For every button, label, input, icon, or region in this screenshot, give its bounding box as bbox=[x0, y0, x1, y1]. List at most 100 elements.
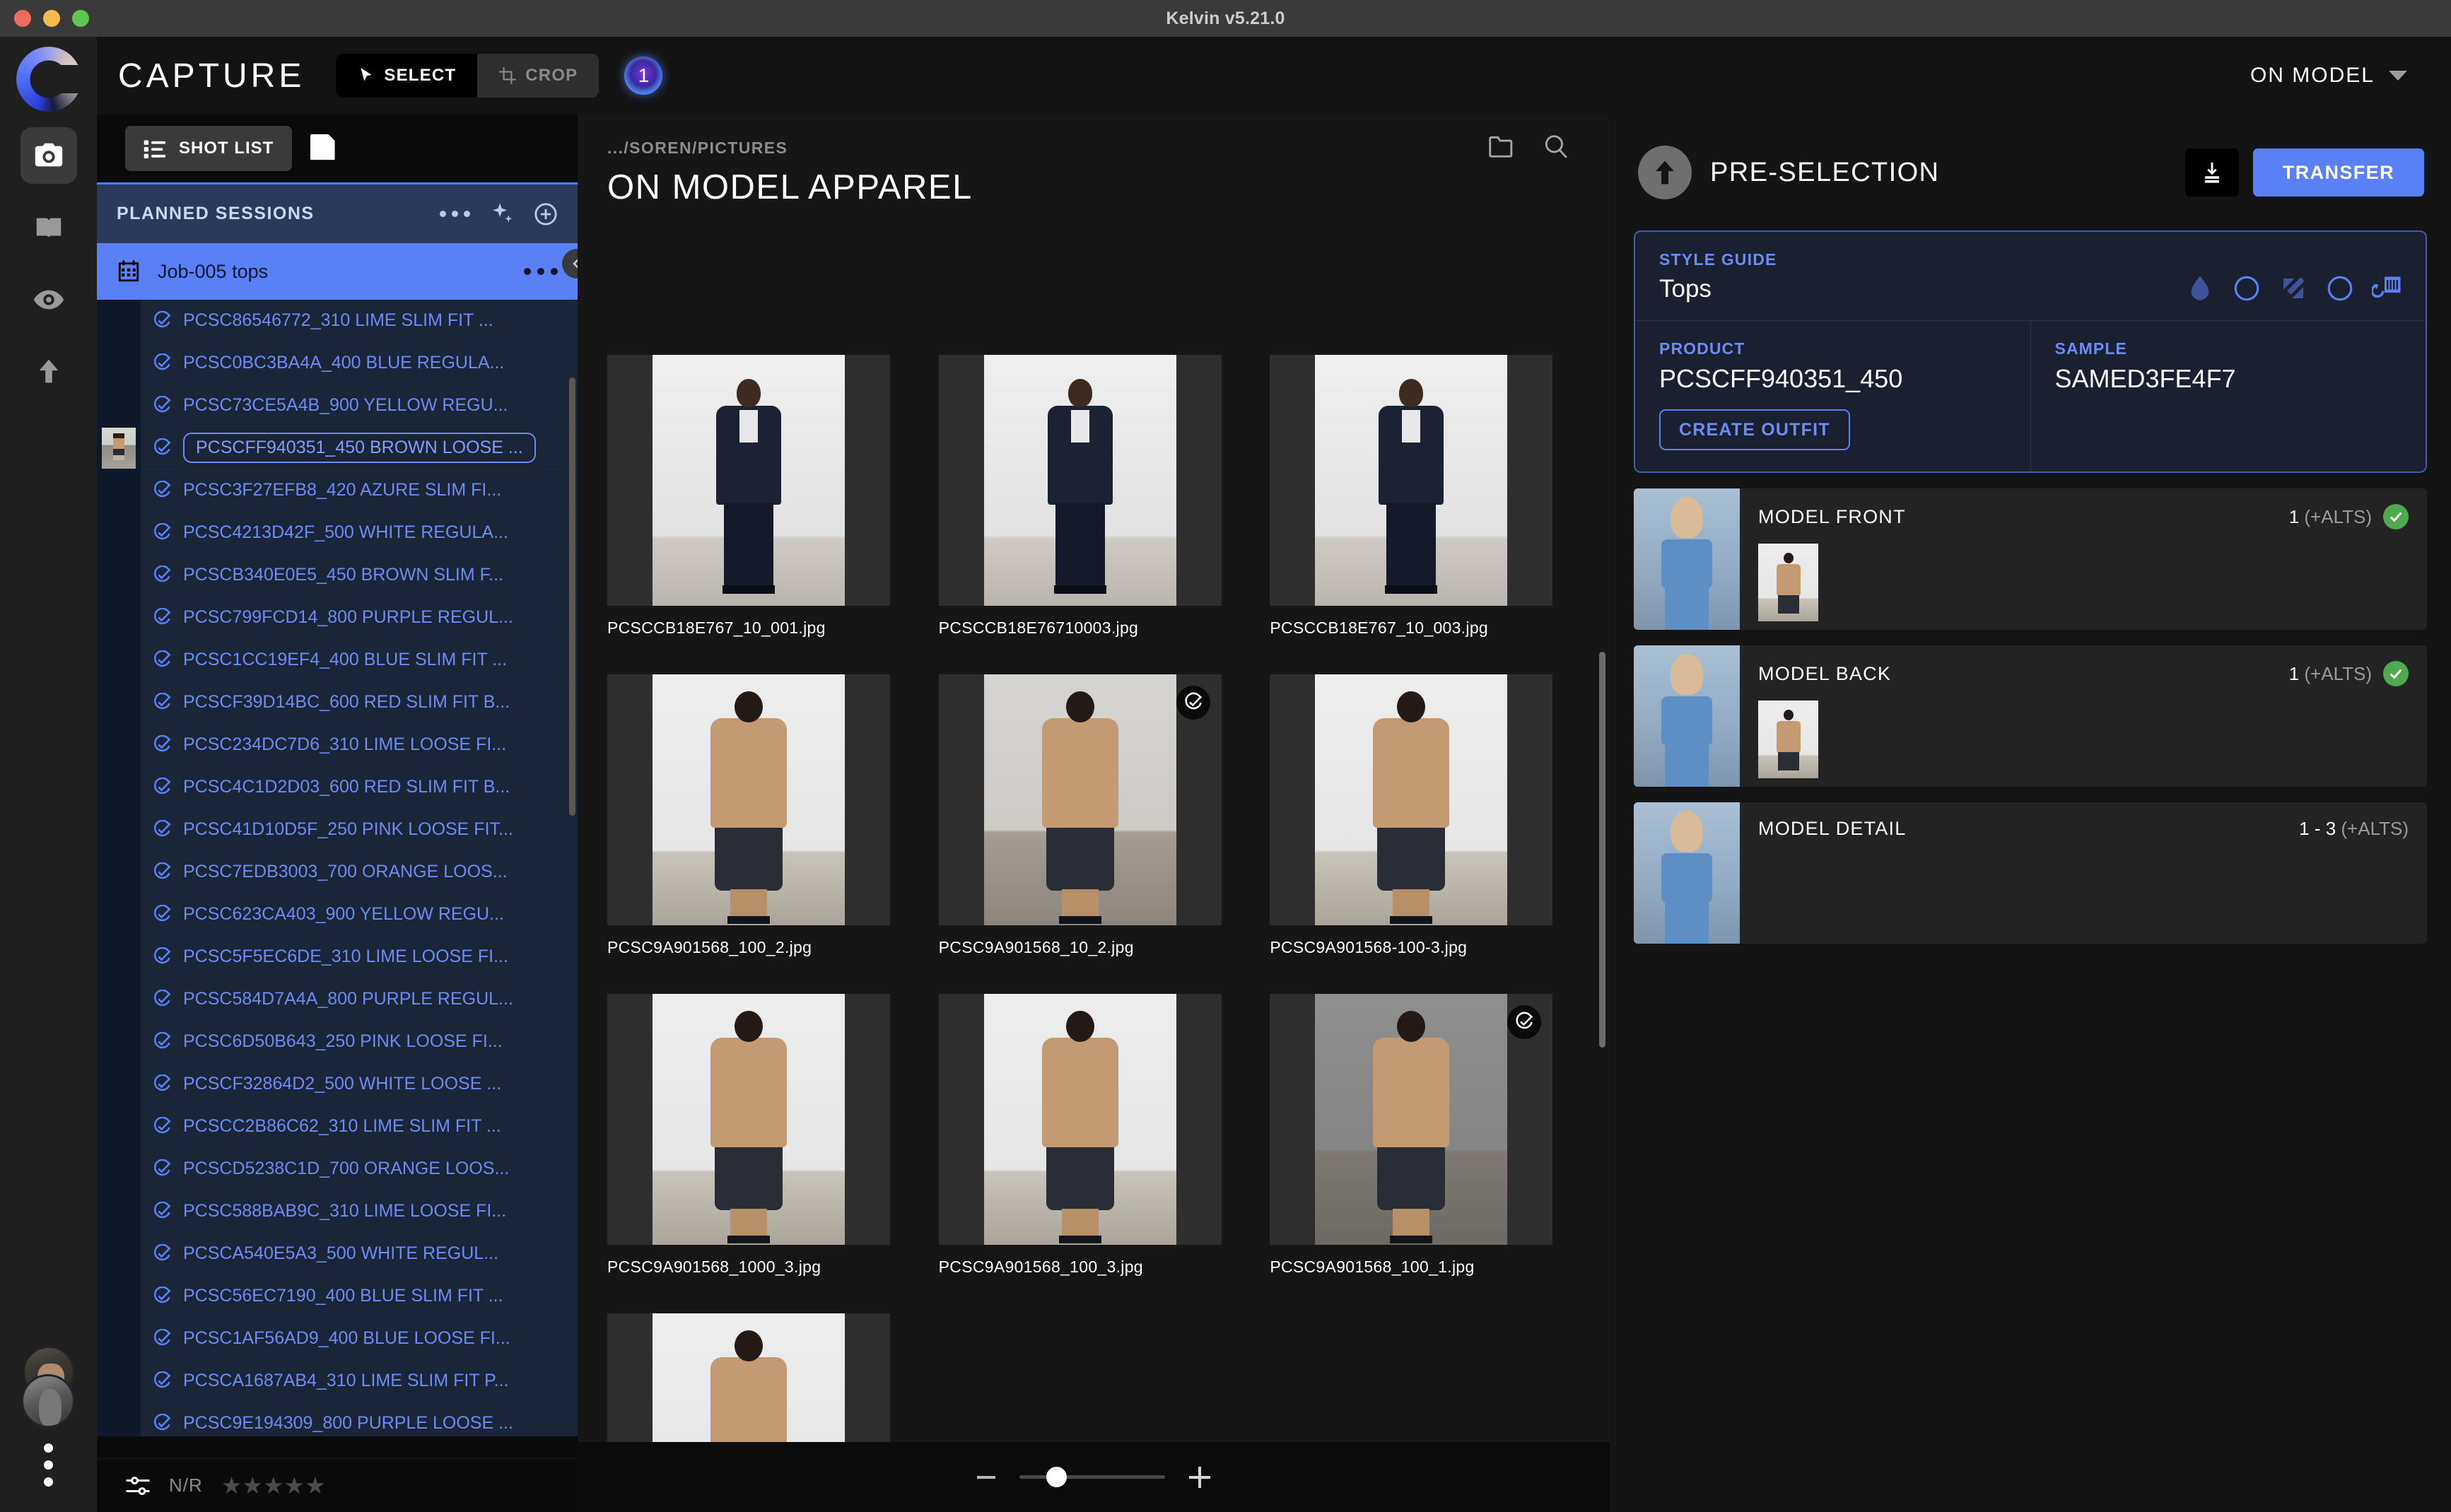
shot-list-item[interactable]: PCSCD5238C1D_700 ORANGE LOOS... bbox=[97, 1148, 578, 1190]
shot-item-check-icon[interactable] bbox=[141, 608, 183, 628]
shot-item-check-icon[interactable] bbox=[141, 438, 183, 458]
shot-list-item[interactable]: PCSC56EC7190_400 BLUE SLIM FIT ... bbox=[97, 1275, 578, 1318]
shot-list-item[interactable]: PCSCA540E5A3_500 WHITE REGUL... bbox=[97, 1233, 578, 1275]
shot-item-check-icon[interactable] bbox=[141, 735, 183, 755]
shot-list-item[interactable]: PCSC584D7A4A_800 PURPLE REGUL... bbox=[97, 978, 578, 1021]
shot-list-item[interactable]: PCSCFF940351_450 BROWN LOOSE ... bbox=[97, 427, 578, 469]
photo-thumbnail[interactable] bbox=[607, 994, 890, 1245]
shot-item-check-icon[interactable] bbox=[141, 523, 183, 543]
avatar[interactable] bbox=[21, 1374, 75, 1428]
shot-item-check-icon[interactable] bbox=[141, 1202, 183, 1221]
photo-thumbnail[interactable] bbox=[1270, 674, 1552, 925]
search-icon[interactable] bbox=[1542, 133, 1569, 160]
rail-item-transfer[interactable] bbox=[21, 344, 77, 400]
pre-selection-section[interactable]: MODEL FRONT1 (+ALTS) bbox=[1634, 488, 2427, 630]
transfer-button[interactable]: TRANSFER bbox=[2253, 148, 2424, 197]
shot-list-item[interactable]: PCSCC2B86C62_310 LIME SLIM FIT ... bbox=[97, 1106, 578, 1148]
shot-list-item[interactable]: PCSC0BC3BA4A_400 BLUE REGULA... bbox=[97, 342, 578, 385]
shot-list-item[interactable]: PCSC234DC7D6_310 LIME LOOSE FI... bbox=[97, 724, 578, 766]
session-row-more-button[interactable] bbox=[524, 268, 558, 275]
photo-thumbnail[interactable] bbox=[607, 355, 890, 606]
shot-item-check-icon[interactable] bbox=[141, 1159, 183, 1179]
shot-list-item[interactable]: PCSC73CE5A4B_900 YELLOW REGU... bbox=[97, 385, 578, 427]
shot-item-check-icon[interactable] bbox=[141, 1414, 183, 1434]
photo-grid-scrollbar[interactable] bbox=[1599, 652, 1605, 1048]
shot-item-check-icon[interactable] bbox=[141, 947, 183, 967]
shot-item-check-icon[interactable] bbox=[141, 778, 183, 797]
photo-grid-cell[interactable] bbox=[607, 1313, 918, 1461]
shot-list-item[interactable]: PCSC588BAB9C_310 LIME LOOSE FI... bbox=[97, 1190, 578, 1233]
photo-grid-cell[interactable]: PCSC9A901568_1000_3.jpg bbox=[607, 994, 918, 1313]
shot-list-item[interactable]: PCSC6D50B643_250 PINK LOOSE FI... bbox=[97, 1021, 578, 1063]
shot-item-check-icon[interactable] bbox=[141, 693, 183, 713]
photo-thumbnail[interactable] bbox=[607, 1313, 890, 1461]
photo-selected-badge[interactable] bbox=[1507, 1005, 1541, 1039]
shot-list-item[interactable]: PCSC5F5EC6DE_310 LIME LOOSE FI... bbox=[97, 936, 578, 978]
planned-sessions-more-button[interactable] bbox=[440, 211, 470, 217]
shot-item-check-icon[interactable] bbox=[141, 1074, 183, 1094]
zoom-out-button[interactable] bbox=[977, 1476, 995, 1479]
shot-list-item[interactable]: PCSCA1687AB4_310 LIME SLIM FIT P... bbox=[97, 1360, 578, 1402]
create-outfit-button[interactable]: CREATE OUTFIT bbox=[1659, 409, 1850, 450]
retouch-brush-icon[interactable] bbox=[2279, 274, 2308, 303]
shot-item-check-icon[interactable] bbox=[141, 1329, 183, 1349]
shot-item-check-icon[interactable] bbox=[141, 1244, 183, 1264]
zoom-in-button[interactable] bbox=[1189, 1467, 1210, 1488]
rail-item-capture[interactable] bbox=[21, 127, 77, 184]
photo-thumbnail[interactable] bbox=[1270, 355, 1552, 606]
pre-selection-section[interactable]: MODEL BACK1 (+ALTS) bbox=[1634, 645, 2427, 787]
photo-grid-cell[interactable]: PCSC9A901568-100-3.jpg bbox=[1270, 674, 1580, 994]
photo-grid-cell[interactable]: PCSC9A901568_100_1.jpg bbox=[1270, 994, 1580, 1313]
section-thumbnail[interactable] bbox=[1758, 544, 1818, 621]
add-circle-icon[interactable] bbox=[534, 202, 558, 226]
section-thumbnail[interactable] bbox=[1758, 701, 1818, 778]
zoom-slider[interactable] bbox=[1019, 1475, 1165, 1479]
photo-grid-cell[interactable]: PCSC9A901568_100_2.jpg bbox=[607, 674, 918, 994]
tool-mode-segmented-control[interactable]: SELECT CROP bbox=[336, 54, 599, 98]
shot-list-button[interactable]: SHOT LIST bbox=[125, 126, 292, 171]
circle-outline-icon[interactable] bbox=[2232, 274, 2262, 303]
user-avatars[interactable] bbox=[11, 1346, 87, 1431]
shot-item-check-icon[interactable] bbox=[141, 396, 183, 416]
new-folder-icon[interactable] bbox=[1487, 133, 1514, 160]
session-row-job-005[interactable]: Job-005 tops bbox=[97, 243, 578, 300]
shot-item-check-icon[interactable] bbox=[141, 1287, 183, 1306]
photo-grid[interactable]: PCSCCB18E767_10_001.jpgPCSCCB18E76710003… bbox=[578, 355, 1610, 1461]
shot-item-check-icon[interactable] bbox=[141, 353, 183, 373]
photo-thumbnail[interactable] bbox=[1270, 994, 1552, 1245]
shot-item-check-icon[interactable] bbox=[141, 820, 183, 840]
photo-grid-cell[interactable]: PCSC9A901568_10_2.jpg bbox=[939, 674, 1249, 994]
photo-grid-cell[interactable]: PCSCCB18E767_10_003.jpg bbox=[1270, 355, 1580, 674]
shot-item-check-icon[interactable] bbox=[141, 565, 183, 585]
mode-dropdown[interactable]: ON MODEL bbox=[2250, 64, 2407, 88]
shot-item-check-icon[interactable] bbox=[141, 1117, 183, 1137]
rail-item-library[interactable] bbox=[21, 199, 77, 256]
shot-list-item[interactable]: PCSC4C1D2D03_600 RED SLIM FIT B... bbox=[97, 766, 578, 809]
shot-list-item[interactable]: PCSC1CC19EF4_400 BLUE SLIM FIT ... bbox=[97, 639, 578, 681]
shot-item-check-icon[interactable] bbox=[141, 1371, 183, 1391]
photo-thumbnail[interactable] bbox=[939, 355, 1222, 606]
photo-grid-cell[interactable]: PCSCCB18E76710003.jpg bbox=[939, 355, 1249, 674]
shot-list-items[interactable]: PCSC86546772_310 LIME SLIM FIT ...PCSC0B… bbox=[97, 300, 578, 1436]
shot-item-check-icon[interactable] bbox=[141, 905, 183, 925]
rating-stars[interactable]: ★★★★★ bbox=[221, 1474, 326, 1497]
shot-list-item[interactable]: PCSC1AF56AD9_400 BLUE LOOSE FI... bbox=[97, 1318, 578, 1360]
shot-list-item[interactable]: PCSCB340E0E5_450 BROWN SLIM F... bbox=[97, 554, 578, 597]
photo-grid-cell[interactable]: PCSC9A901568_100_3.jpg bbox=[939, 994, 1249, 1313]
shot-item-check-icon[interactable] bbox=[141, 990, 183, 1009]
shot-list-item[interactable]: PCSC41D10D5F_250 PINK LOOSE FIT... bbox=[97, 809, 578, 851]
photo-thumbnail[interactable] bbox=[607, 674, 890, 925]
rail-more-menu-button[interactable] bbox=[44, 1443, 53, 1487]
sparkles-icon[interactable] bbox=[490, 202, 514, 226]
shot-list-item[interactable]: PCSCF32864D2_500 WHITE LOOSE ... bbox=[97, 1063, 578, 1106]
tab-select-tool[interactable]: SELECT bbox=[336, 54, 477, 98]
tab-crop-tool[interactable]: CROP bbox=[477, 54, 599, 98]
photo-selected-badge[interactable] bbox=[1176, 686, 1210, 720]
session-counter-badge[interactable]: 1 bbox=[624, 57, 662, 95]
shot-list-item[interactable]: PCSCF39D14BC_600 RED SLIM FIT B... bbox=[97, 681, 578, 724]
shot-item-check-icon[interactable] bbox=[141, 650, 183, 670]
shot-list-item[interactable]: PCSC3F27EFB8_420 AZURE SLIM FI... bbox=[97, 469, 578, 512]
circle-outline-icon[interactable] bbox=[2325, 274, 2355, 303]
shot-list-item[interactable]: PCSC9E194309_800 PURPLE LOOSE ... bbox=[97, 1402, 578, 1436]
water-drop-icon[interactable] bbox=[2185, 274, 2215, 303]
